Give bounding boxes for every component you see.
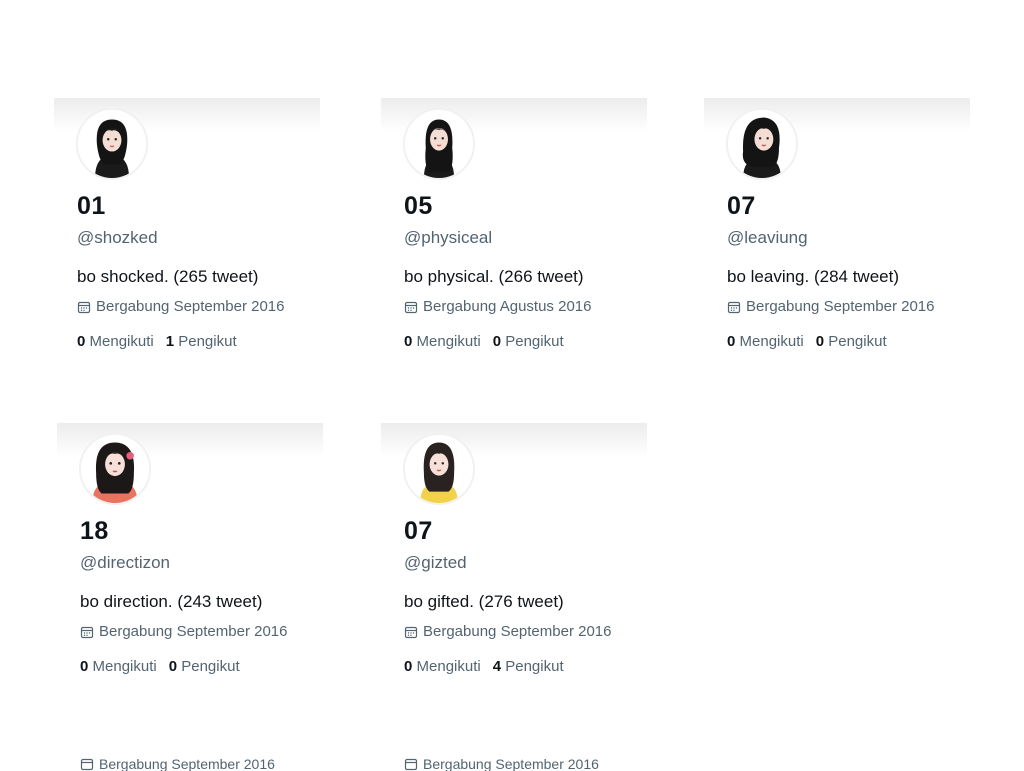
avatar[interactable] <box>76 108 148 180</box>
profile-card[interactable]: 01 @shozked bo shocked. (265 tweet) Berg… <box>54 98 320 368</box>
following-link[interactable]: 0 Mengikuti <box>404 658 481 675</box>
calendar-icon <box>404 758 418 771</box>
calendar-icon <box>77 301 91 313</box>
profile-handle[interactable]: @shozked <box>77 228 158 248</box>
profile-bio: bo leaving. (284 tweet) <box>727 267 899 286</box>
profile-bio: bo physical. (266 tweet) <box>404 267 584 286</box>
joined-date: Bergabung September 2016 <box>80 623 287 640</box>
avatar-portrait-icon <box>728 110 796 178</box>
profile-stats: 0 Mengikuti 0 Pengikut <box>727 333 887 350</box>
profile-handle[interactable]: @directizon <box>80 553 170 573</box>
profile-card[interactable]: 05 @physiceal bo physical. (266 tweet) B… <box>381 98 647 368</box>
profile-card[interactable]: 18 @directizon bo direction. (243 tweet)… <box>57 423 323 693</box>
profile-card[interactable]: 07 @leaviung bo leaving. (284 tweet) Ber… <box>704 98 970 368</box>
joined-text: Bergabung September 2016 <box>746 298 935 315</box>
calendar-icon <box>727 301 741 313</box>
avatar[interactable] <box>79 433 151 505</box>
profile-name: 01 <box>77 192 106 220</box>
profile-grid: 01 @shozked bo shocked. (265 tweet) Berg… <box>0 0 1024 771</box>
profile-handle[interactable]: @gizted <box>404 553 467 573</box>
profile-name: 05 <box>404 192 433 220</box>
followers-link[interactable]: 1 Pengikut <box>166 333 237 350</box>
avatar[interactable] <box>726 108 798 180</box>
profile-stats: 0 Mengikuti 0 Pengikut <box>404 333 564 350</box>
profile-bio: bo gifted. (276 tweet) <box>404 592 564 611</box>
profile-stats: 0 Mengikuti 0 Pengikut <box>80 658 240 675</box>
calendar-icon <box>80 626 94 638</box>
joined-date: Bergabung September 2016 <box>77 298 284 315</box>
following-link[interactable]: 0 Mengikuti <box>727 333 804 350</box>
joined-text: Bergabung Agustus 2016 <box>423 298 592 315</box>
profile-handle[interactable]: @leaviung <box>727 228 808 248</box>
profile-stats: 0 Mengikuti 1 Pengikut <box>77 333 237 350</box>
profile-bio: bo shocked. (265 tweet) <box>77 267 259 286</box>
profile-card[interactable]: 07 @gizted bo gifted. (276 tweet) Bergab… <box>381 423 647 693</box>
avatar-portrait-icon <box>78 110 146 178</box>
profile-bio: bo direction. (243 tweet) <box>80 592 263 611</box>
joined-date: Bergabung September 2016 <box>404 623 611 640</box>
followers-link[interactable]: 0 Pengikut <box>493 333 564 350</box>
joined-text: Bergabung September 2016 <box>99 623 288 640</box>
cut-off-joined-date: Bergabung September 2016 <box>404 756 599 771</box>
avatar[interactable] <box>403 433 475 505</box>
joined-date: Bergabung Agustus 2016 <box>404 298 591 315</box>
joined-text: Bergabung September 2016 <box>423 756 599 771</box>
followers-link[interactable]: 4 Pengikut <box>493 658 564 675</box>
joined-text: Bergabung September 2016 <box>99 756 275 771</box>
joined-text: Bergabung September 2016 <box>96 298 285 315</box>
cut-off-joined-date: Bergabung September 2016 <box>80 756 275 771</box>
avatar-portrait-icon <box>405 110 473 178</box>
following-link[interactable]: 0 Mengikuti <box>80 658 157 675</box>
calendar-icon <box>404 626 418 638</box>
profile-handle[interactable]: @physiceal <box>404 228 492 248</box>
joined-date: Bergabung September 2016 <box>727 298 934 315</box>
followers-link[interactable]: 0 Pengikut <box>169 658 240 675</box>
profile-name: 07 <box>404 517 433 545</box>
profile-name: 18 <box>80 517 109 545</box>
profile-name: 07 <box>727 192 756 220</box>
profile-stats: 0 Mengikuti 4 Pengikut <box>404 658 564 675</box>
joined-text: Bergabung September 2016 <box>423 623 612 640</box>
followers-link[interactable]: 0 Pengikut <box>816 333 887 350</box>
avatar-portrait-icon <box>81 435 149 503</box>
calendar-icon <box>404 301 418 313</box>
calendar-icon <box>80 758 94 771</box>
following-link[interactable]: 0 Mengikuti <box>77 333 154 350</box>
avatar[interactable] <box>403 108 475 180</box>
avatar-portrait-icon <box>405 435 473 503</box>
following-link[interactable]: 0 Mengikuti <box>404 333 481 350</box>
